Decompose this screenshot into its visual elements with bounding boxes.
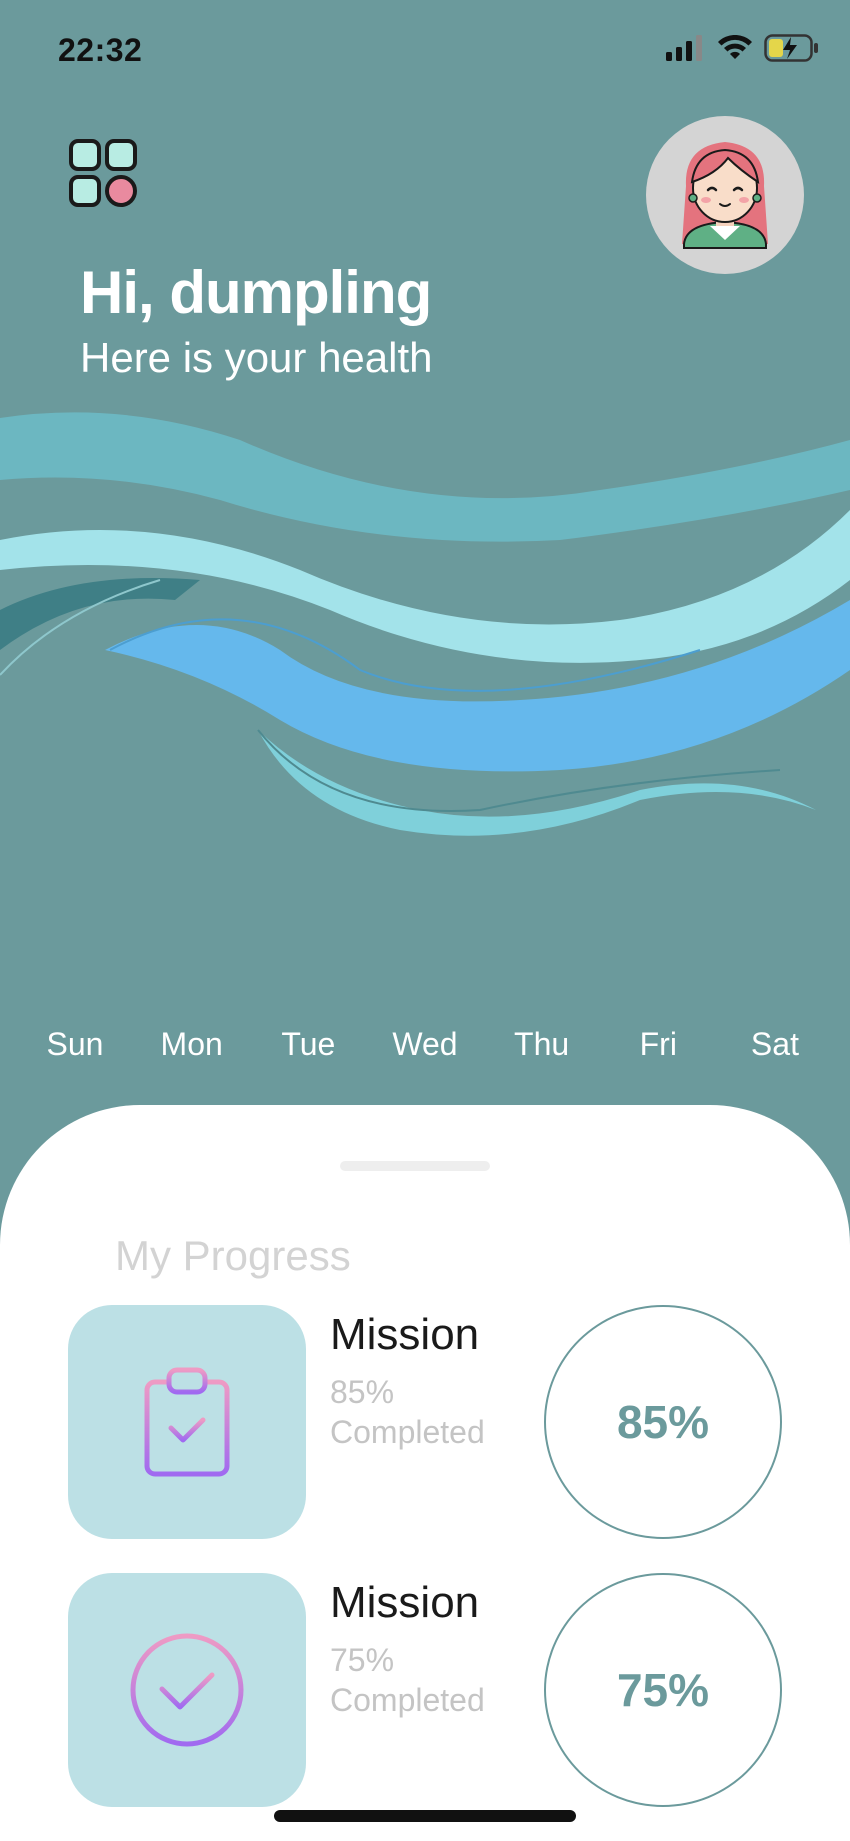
mission-percent: 85% bbox=[330, 1374, 395, 1410]
battery-charging-icon bbox=[764, 34, 818, 62]
mission-progress-ring: 75% bbox=[544, 1573, 782, 1807]
mission-card-icon-tile[interactable] bbox=[68, 1305, 306, 1539]
cellular-signal-icon bbox=[666, 35, 702, 61]
mission-status: Completed bbox=[330, 1414, 485, 1450]
mission-percent: 75% bbox=[330, 1642, 395, 1678]
avatar[interactable] bbox=[646, 116, 804, 274]
status-icons bbox=[666, 34, 820, 62]
mission-status: Completed bbox=[330, 1682, 485, 1718]
greeting-subtitle: Here is your health bbox=[80, 334, 433, 381]
day-fri[interactable]: Fri bbox=[613, 1026, 703, 1063]
decorative-waves bbox=[0, 412, 850, 836]
progress-section-title: My Progress bbox=[115, 1232, 351, 1279]
weekday-row: Sun Mon Tue Wed Thu Fri Sat bbox=[0, 1026, 850, 1063]
day-sat[interactable]: Sat bbox=[730, 1026, 820, 1063]
status-bar: 22:32 bbox=[0, 0, 850, 110]
menu-button[interactable] bbox=[68, 138, 138, 208]
mission-card-icon-tile[interactable] bbox=[68, 1573, 306, 1807]
day-sun[interactable]: Sun bbox=[30, 1026, 120, 1063]
ring-value-label: 85% bbox=[616, 1396, 710, 1448]
grid-menu-icon bbox=[69, 139, 137, 207]
sheet-drag-handle[interactable] bbox=[340, 1161, 490, 1171]
greeting-title: Hi, dumpling bbox=[80, 259, 432, 326]
home-indicator[interactable] bbox=[274, 1810, 576, 1822]
day-tue[interactable]: Tue bbox=[263, 1026, 353, 1063]
mission-progress-ring: 85% bbox=[544, 1305, 782, 1539]
user-avatar-icon bbox=[682, 142, 768, 249]
ring-value-label: 75% bbox=[616, 1664, 710, 1716]
day-thu[interactable]: Thu bbox=[497, 1026, 587, 1063]
mission-title: Mission bbox=[330, 1578, 480, 1627]
day-wed[interactable]: Wed bbox=[380, 1026, 470, 1063]
check-circle-icon bbox=[130, 1633, 244, 1747]
wifi-icon bbox=[718, 35, 752, 59]
day-mon[interactable]: Mon bbox=[147, 1026, 237, 1063]
status-time: 22:32 bbox=[58, 32, 143, 68]
clipboard-check-icon bbox=[144, 1367, 230, 1477]
mission-title: Mission bbox=[330, 1310, 480, 1359]
